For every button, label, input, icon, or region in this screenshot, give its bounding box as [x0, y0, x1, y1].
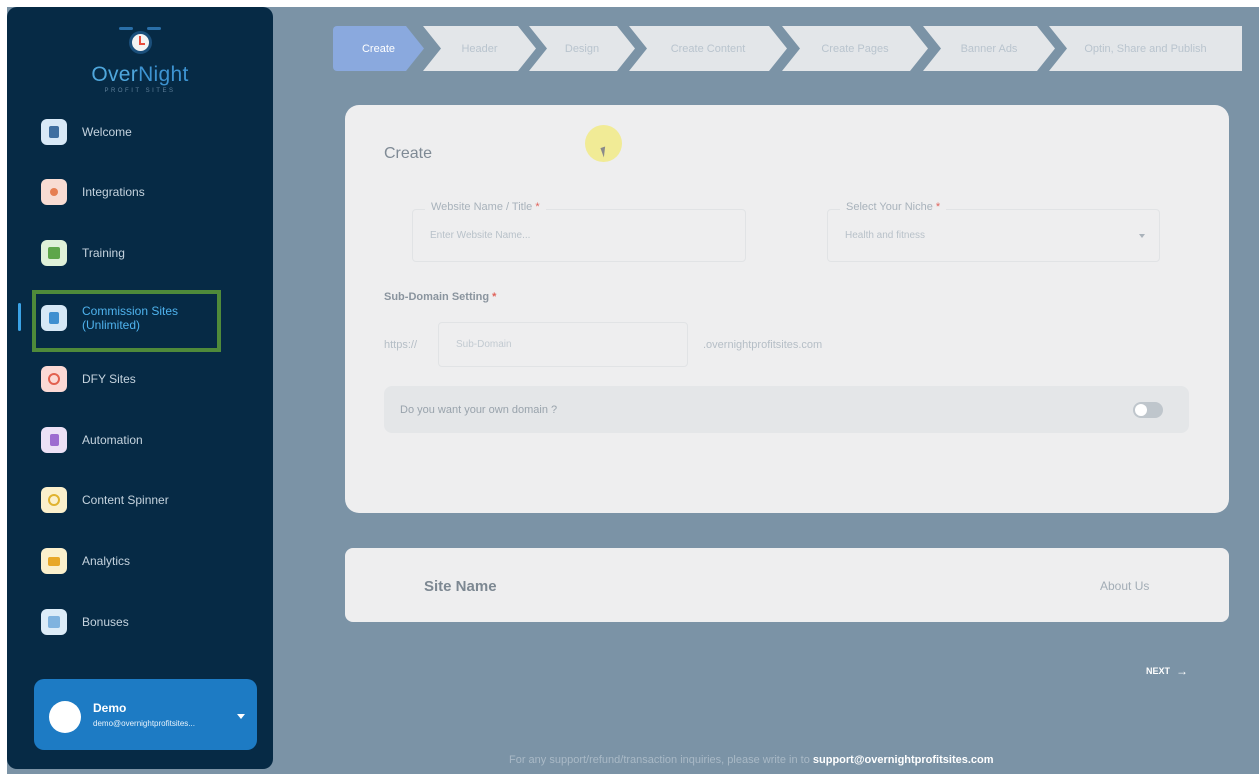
user-email: demo@overnightprofitsites...: [93, 719, 195, 728]
https-prefix: https://: [384, 339, 418, 351]
dfy-sites-icon: [41, 366, 67, 392]
website-name-input[interactable]: Enter Website Name...: [430, 230, 530, 241]
logo-title: OverNight: [91, 63, 189, 86]
sidebar-item-label: Automation: [82, 433, 143, 447]
site-preview: Site Name About Us: [345, 548, 1229, 622]
active-indicator: [18, 303, 21, 331]
next-label: NEXT: [1146, 666, 1171, 676]
alarm-clock-icon: [119, 25, 161, 59]
niche-value: Health and fitness: [845, 230, 926, 241]
automation-icon: [41, 427, 67, 453]
website-name-label: Website Name / Title *: [425, 201, 546, 213]
integrations-icon: [41, 179, 67, 205]
sidebar-item-label: Bonuses: [82, 615, 129, 629]
step-label: Create Pages: [821, 42, 889, 55]
sidebar-item-integrations[interactable]: Integrations: [41, 175, 145, 209]
sidebar-item-bonuses[interactable]: Bonuses: [41, 605, 129, 639]
step-banner-ads[interactable]: Banner Ads: [923, 26, 1055, 71]
support-footer: For any support/refund/transaction inqui…: [509, 754, 994, 766]
niche-select[interactable]: Select Your Niche * Health and fitness: [827, 201, 1160, 262]
gift-icon: [41, 609, 67, 635]
sidebar-item-label: Content Spinner: [82, 493, 169, 507]
sidebar-item-content-spinner[interactable]: Content Spinner: [41, 483, 169, 517]
sidebar-item-analytics[interactable]: Analytics: [41, 544, 130, 578]
step-label: Create Content: [670, 42, 746, 55]
logo-tagline: PROFIT SITES: [104, 88, 176, 94]
sidebar-item-automation[interactable]: Automation: [41, 423, 143, 457]
sidebar-item-label: Welcome: [82, 125, 132, 139]
next-button[interactable]: NEXT →: [1146, 664, 1188, 678]
step-label: Banner Ads: [960, 42, 1018, 55]
door-icon: [41, 119, 67, 145]
chevron-down-icon: [1139, 234, 1145, 238]
avatar: [49, 701, 81, 733]
sidebar-item-welcome[interactable]: Welcome: [41, 115, 132, 149]
preview-site-name: Site Name: [424, 578, 497, 595]
sidebar-item-dfy-sites[interactable]: DFY Sites: [41, 362, 136, 396]
form-title: Create: [384, 145, 433, 162]
own-domain-toggle[interactable]: [1133, 402, 1163, 418]
preview-about-link[interactable]: About Us: [1100, 579, 1149, 593]
step-create[interactable]: Create: [333, 26, 424, 71]
sidebar-item-label: DFY Sites: [82, 372, 136, 386]
sidebar-item-training[interactable]: Training: [41, 236, 125, 270]
sidebar: OverNight PROFIT SITES Welcome Integrati…: [7, 7, 273, 769]
niche-label: Select Your Niche *: [840, 201, 947, 213]
step-label: Create: [361, 42, 396, 55]
analytics-icon: [41, 548, 67, 574]
step-label: Optin, Share and Publish: [1084, 42, 1207, 55]
chevron-down-icon[interactable]: [237, 714, 245, 719]
sidebar-item-label: Training: [82, 246, 125, 260]
sidebar-item-label: Analytics: [82, 554, 131, 568]
own-domain-label: Do you want your own domain ?: [400, 404, 558, 416]
arrow-right-icon: →: [1176, 664, 1189, 678]
subdomain-title: Sub-Domain Setting *: [384, 291, 497, 303]
spinner-icon: [41, 487, 67, 513]
own-domain-row: Do you want your own domain ?: [384, 386, 1189, 433]
logo: OverNight PROFIT SITES: [7, 25, 273, 94]
step-label: Design: [564, 42, 600, 55]
support-email-link[interactable]: support@overnightprofitsites.com: [813, 754, 994, 766]
step-optin-share-publish[interactable]: Optin, Share and Publish: [1049, 26, 1242, 71]
website-name-field[interactable]: Website Name / Title * Enter Website Nam…: [412, 201, 746, 262]
step-create-content[interactable]: Create Content: [629, 26, 787, 71]
step-create-pages[interactable]: Create Pages: [782, 26, 928, 71]
sidebar-item-label: Integrations: [82, 185, 145, 199]
subdomain-input[interactable]: Sub-Domain: [438, 322, 688, 367]
domain-suffix: .overnightprofitsites.com: [703, 339, 823, 351]
user-name: Demo: [93, 701, 127, 715]
training-icon: [41, 240, 67, 266]
highlight-box: [32, 290, 221, 352]
step-label: Header: [461, 42, 498, 55]
user-menu[interactable]: Demo demo@overnightprofitsites...: [34, 679, 257, 750]
create-form-card: Create Website Name / Title * Enter Webs…: [345, 105, 1229, 513]
